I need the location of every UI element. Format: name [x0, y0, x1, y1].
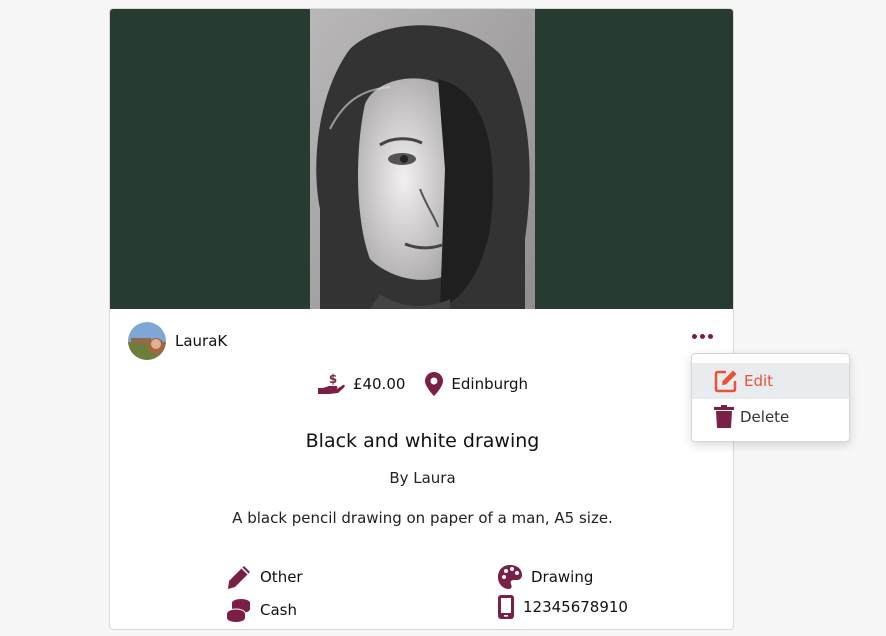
medium: Drawing — [497, 564, 593, 590]
delete-label[interactable]: Delete — [740, 408, 789, 426]
post-owner[interactable]: LauraK — [128, 322, 227, 360]
map-pin-icon — [425, 372, 444, 396]
palette-icon — [498, 565, 522, 589]
medium-label: Drawing — [531, 568, 594, 586]
owner-name[interactable]: LauraK — [175, 332, 227, 350]
hand-holding-dollar-icon: $ — [317, 372, 345, 394]
more-options-button[interactable] — [690, 329, 714, 343]
post-card: LauraK $ £40.00 Edinburgh Black and whit… — [109, 8, 734, 630]
payment-label: Cash — [260, 601, 297, 619]
post-meta: $ £40.00 Edinburgh — [110, 372, 733, 396]
payment: Cash — [226, 598, 297, 622]
pencil-icon — [228, 566, 250, 589]
ellipsis-icon — [691, 333, 697, 339]
location: Edinburgh — [425, 372, 528, 396]
post-image — [310, 9, 535, 309]
edit-label[interactable]: Edit — [744, 372, 773, 390]
post-image-area — [110, 9, 733, 309]
avatar[interactable] — [128, 322, 166, 360]
svg-text:$: $ — [329, 372, 337, 386]
post-title: Black and white drawing — [305, 430, 540, 452]
mobile-phone-icon — [498, 595, 514, 619]
price: $ £40.00 — [317, 372, 406, 396]
post-byline: By Laura — [389, 469, 456, 487]
category: Other — [226, 564, 303, 590]
price-label: £40.00 — [352, 375, 406, 393]
post-options-menu: Edit Delete — [691, 353, 850, 442]
phone-label: 12345678910 — [523, 598, 628, 616]
trash-icon — [714, 405, 734, 428]
post-description: A black pencil drawing on paper of a man… — [232, 509, 613, 527]
edit-icon — [714, 370, 737, 393]
category-label: Other — [260, 568, 303, 586]
delete-menu-item[interactable]: Delete — [692, 399, 849, 435]
edit-menu-item[interactable]: Edit — [692, 363, 849, 399]
coins-icon — [226, 599, 250, 622]
phone: 12345678910 — [497, 594, 628, 620]
location-label: Edinburgh — [451, 375, 529, 393]
